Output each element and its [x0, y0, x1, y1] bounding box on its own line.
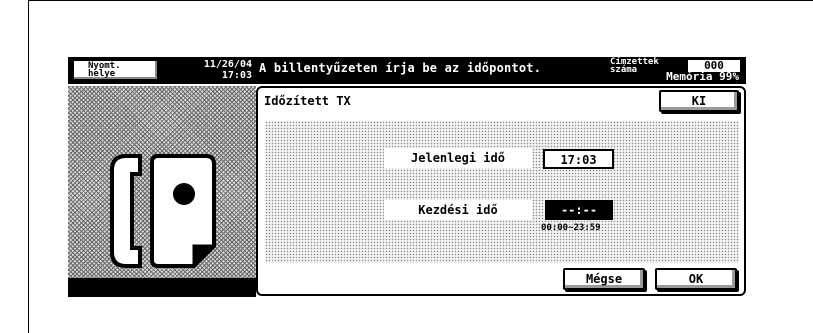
time-text: 17:03: [221, 70, 252, 81]
date-text: 11/26/04: [203, 59, 252, 70]
start-time-input[interactable]: --:--: [545, 200, 613, 220]
left-footer-bar: [68, 278, 256, 297]
datetime: 11/26/04 17:03: [186, 59, 252, 81]
print-location-button[interactable]: Nyomt. helye: [73, 60, 158, 80]
current-time-label: Jelenlegi idő: [384, 148, 532, 168]
time-range-hint: 00:00~23:59: [541, 223, 601, 233]
scheduled-tx-dialog: Időzített TX KI Jelenlegi idő 17:03 Kezd…: [256, 86, 746, 296]
status-panel: Nyomt. helye 11/26/04 17:03: [68, 57, 256, 84]
instruction-message: A billentyűzeten írja be az időpontot.: [259, 61, 542, 75]
print-location-label-2: helye: [88, 69, 116, 79]
ok-button[interactable]: OK: [655, 268, 737, 290]
fax-phone-icon: [110, 154, 216, 268]
memory-status: Memória 99%: [666, 70, 739, 83]
time-settings-area: Jelenlegi idő 17:03 Kezdési idő --:-- 00…: [265, 121, 739, 263]
control-panel-screen: Nyomt. helye 11/26/04 17:03 A billentyűz…: [68, 57, 746, 297]
fax-mode-panel: [68, 86, 256, 291]
cancel-button[interactable]: Mégse: [563, 268, 645, 290]
current-time-value: 17:03: [543, 149, 614, 169]
start-time-label: Kezdési idő: [384, 200, 532, 220]
off-button[interactable]: KI: [659, 90, 739, 112]
message-bar: A billentyűzeten írja be az időpontot. C…: [256, 57, 746, 84]
dialog-title: Időzített TX: [264, 94, 351, 108]
